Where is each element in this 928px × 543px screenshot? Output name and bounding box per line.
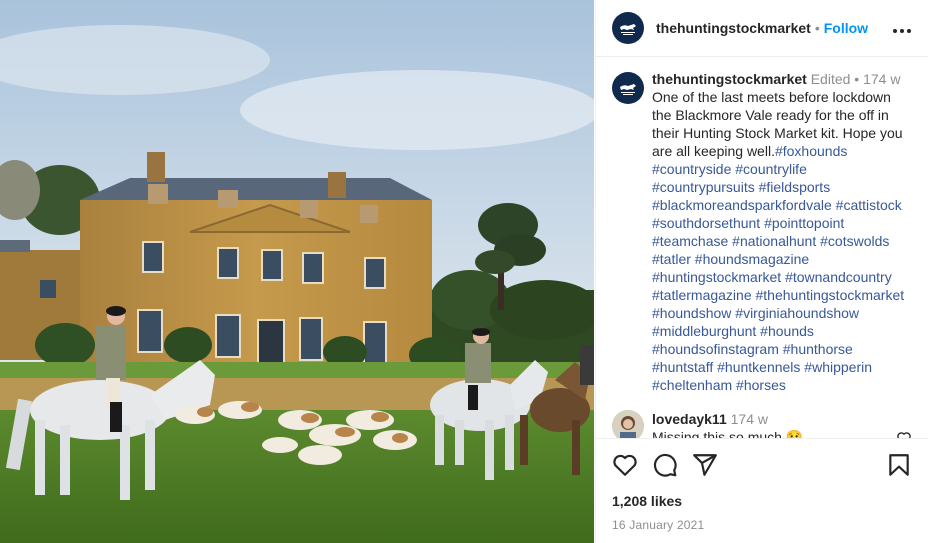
comment-body: lovedayk11 174 w Missing this so much 😢 xyxy=(652,410,803,438)
like-icon[interactable] xyxy=(612,452,638,478)
caption-edited: Edited xyxy=(810,71,851,87)
separator-dot: • xyxy=(814,20,820,36)
comment-age: 174 w xyxy=(730,411,768,427)
comment-like-icon[interactable] xyxy=(896,430,912,438)
post-date[interactable]: 16 January 2021 xyxy=(612,518,912,532)
post-actions: 1,208 likes 16 January 2021 xyxy=(596,438,928,532)
hunt-meet-photo xyxy=(0,0,594,543)
post-photo[interactable] xyxy=(0,0,594,543)
post-header: thehuntingstockmarket • Follow xyxy=(596,0,928,57)
comment-icon[interactable] xyxy=(652,452,678,478)
action-bar xyxy=(612,451,912,479)
account-handle[interactable]: thehuntingstockmarket xyxy=(656,20,811,36)
comment-text: Missing this so much 😢 xyxy=(652,429,804,438)
more-icon[interactable] xyxy=(892,18,912,39)
comments-section[interactable]: thehuntingstockmarket Edited • 174 w One… xyxy=(596,58,928,438)
logo-avatar-icon xyxy=(620,24,636,35)
caption-avatar[interactable] xyxy=(612,72,644,104)
comment-username[interactable]: lovedayk11 xyxy=(652,411,727,427)
caption-body: thehuntingstockmarket Edited • 174 w One… xyxy=(652,70,912,394)
save-icon[interactable] xyxy=(886,452,912,478)
commenter-photo xyxy=(612,410,644,438)
more-dots-icon xyxy=(893,28,911,33)
share-icon[interactable] xyxy=(692,452,718,478)
likes-count[interactable]: 1,208 likes xyxy=(612,493,912,509)
commenter-avatar[interactable] xyxy=(612,410,644,438)
caption-bullet: • xyxy=(854,71,860,87)
follow-button[interactable]: Follow xyxy=(824,20,868,36)
caption-hashtags[interactable]: #foxhounds #countryside #countrylife #co… xyxy=(652,143,904,393)
comment-item: lovedayk11 174 w Missing this so much 😢 xyxy=(612,410,912,438)
post-sidebar: thehuntingstockmarket • Follow thehuntin… xyxy=(595,0,928,543)
account-avatar[interactable] xyxy=(612,12,644,44)
logo-avatar-icon xyxy=(620,84,636,95)
caption-username[interactable]: thehuntingstockmarket xyxy=(652,71,807,87)
post-caption: thehuntingstockmarket Edited • 174 w One… xyxy=(612,70,912,394)
caption-age: 174 w xyxy=(863,71,901,87)
